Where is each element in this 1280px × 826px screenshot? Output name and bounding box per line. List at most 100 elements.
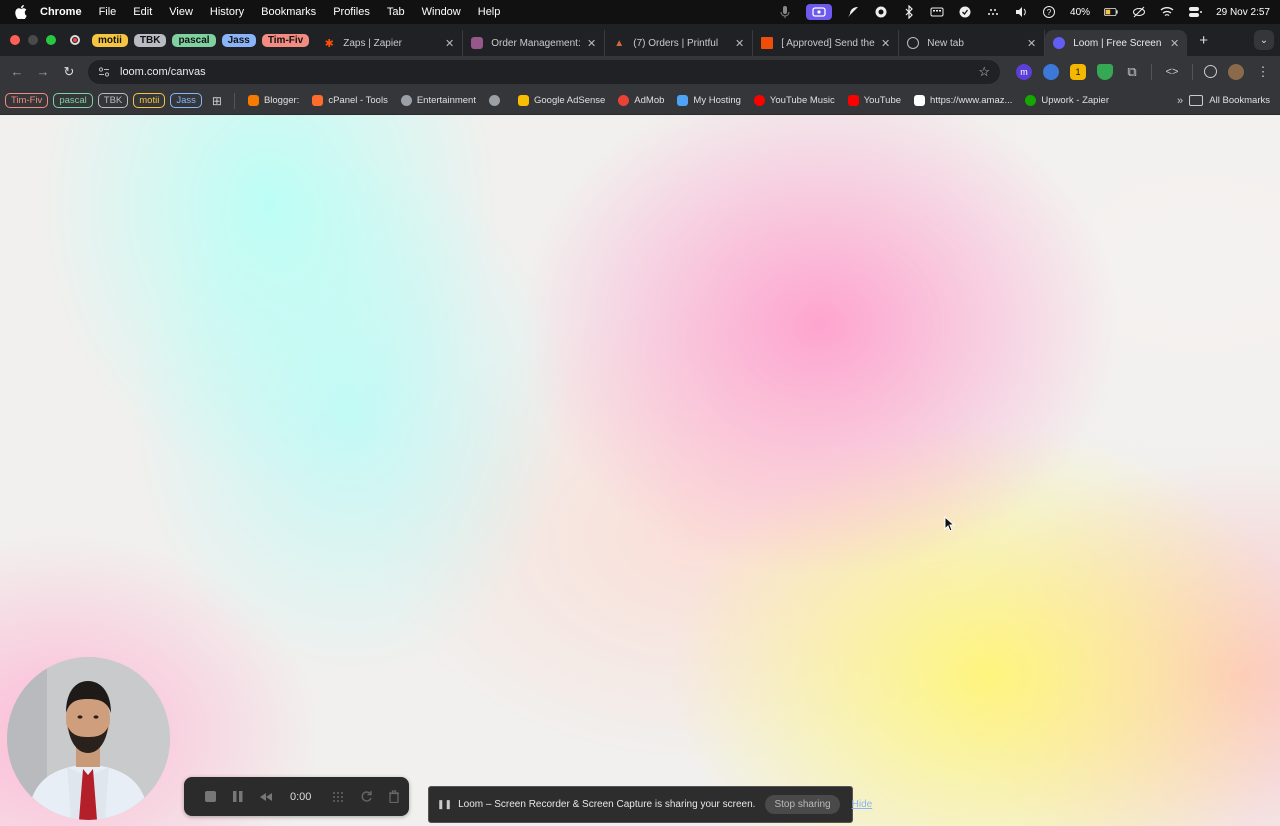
clock[interactable]: 29 Nov 2:57 [1216,7,1270,18]
zoom-window-button[interactable] [46,35,56,45]
bookmark-amazon[interactable]: https://www.amaz... [914,95,1012,106]
trash-icon[interactable] [386,789,402,805]
volume-icon[interactable] [1014,5,1028,19]
camera-bubble[interactable] [7,657,170,820]
restart-icon[interactable] [358,789,374,805]
devtools-code-icon[interactable]: <> [1163,64,1181,80]
menu-window[interactable]: Window [422,6,461,18]
drag-grid-icon[interactable] [330,789,346,805]
bookmark-group-tbk[interactable]: TBK [97,93,129,108]
bookmark-blogger[interactable]: Blogger: [247,95,299,106]
more-menu-icon[interactable]: ⋮ [1255,64,1271,80]
pause-icon[interactable] [230,789,246,805]
eye-slash-icon[interactable] [1132,5,1146,19]
battery-icon[interactable] [1104,5,1118,19]
all-bookmarks-button[interactable]: All Bookmarks [1189,95,1270,106]
bookmark-group-jass[interactable]: Jass [170,93,202,108]
loom-canvas[interactable] [0,115,1280,826]
bookmark-youtube-music[interactable]: YouTube Music [753,95,835,106]
address-bar[interactable]: loom.com/canvas ☆ [88,59,1000,84]
bookmark-globe[interactable] [488,95,505,106]
presenter-video [7,657,170,820]
bookmark-group-tim-fiv[interactable]: Tim-Fiv [5,93,49,108]
apple-icon[interactable] [12,3,30,21]
close-window-button[interactable] [10,35,20,45]
hide-link[interactable]: Hide [852,799,873,810]
wifi-icon[interactable] [1160,5,1174,19]
bookmark-group-motii[interactable]: motii [133,93,166,108]
microphone-icon[interactable] [778,5,792,19]
extension-badge-icon[interactable]: 1 [1070,63,1086,80]
menu-tab[interactable]: Tab [387,6,405,18]
bookmark-adsense[interactable]: Google AdSense [517,95,605,106]
close-tab-icon[interactable]: ✕ [1170,37,1179,50]
close-tab-icon[interactable]: ✕ [881,37,890,50]
bookmark-upwork[interactable]: Upwork - Zapier [1025,95,1109,106]
bookmark-my-hosting[interactable]: My Hosting [677,95,741,106]
tab-loom[interactable]: Loom | Free Screen & ✕ [1045,30,1188,56]
tab-zapier[interactable]: ✱ Zaps | Zapier ✕ [315,30,464,56]
record-icon[interactable] [874,5,888,19]
tab-group-pascal[interactable]: pascal [172,33,216,47]
extension-m-icon[interactable]: m [1016,63,1032,80]
tab-group-tim-fiv[interactable]: Tim-Fiv [261,33,310,47]
help-circle-icon[interactable]: ? [1042,5,1056,19]
bookmark-youtube[interactable]: YouTube [847,95,901,106]
close-tab-icon[interactable]: ✕ [587,37,596,50]
stop-sharing-button[interactable]: Stop sharing [765,795,840,814]
bookmark-star-icon[interactable]: ☆ [978,64,990,80]
keyboard-icon[interactable] [930,5,944,19]
new-tab-button[interactable]: + [1199,32,1208,49]
extension-shield-icon[interactable] [1097,63,1113,80]
menu-history[interactable]: History [210,6,244,18]
bookmark-entertainment[interactable]: Entertainment [400,95,476,106]
menu-bookmarks[interactable]: Bookmarks [261,6,316,18]
globe-icon [488,95,500,106]
tab-group-motii[interactable]: motii [92,33,128,47]
vpn-shield-icon[interactable] [958,5,972,19]
folder-icon [1189,95,1204,106]
tab-order-management[interactable]: Order Management: O ✕ [463,30,606,56]
minimize-window-button[interactable] [28,35,38,45]
reload-icon[interactable]: ↻ [58,61,80,83]
site-settings-icon[interactable] [98,65,112,79]
bookmark-admob[interactable]: AdMob [618,95,664,106]
browser-toolbar: ← → ↻ loom.com/canvas ☆ m 1 ⧉ <> ⋮ [0,56,1280,87]
reading-mode-icon[interactable] [1204,65,1217,78]
tab-search-chevron-icon[interactable]: ⌄ [1254,30,1274,50]
close-tab-icon[interactable]: ✕ [735,37,744,50]
sharing-message: Loom – Screen Recorder & Screen Capture … [458,799,756,810]
bookmark-group-pascal[interactable]: pascal [53,93,93,108]
tab-new-tab[interactable]: New tab ✕ [899,30,1046,56]
tab-printful[interactable]: ▲ (7) Orders | Printful ✕ [605,30,754,56]
stop-recording-button[interactable] [202,789,218,805]
feather-icon[interactable] [846,5,860,19]
menu-app-name[interactable]: Chrome [40,6,82,18]
loom-recording-icon[interactable] [806,4,833,20]
menu-view[interactable]: View [169,6,193,18]
tab-approved[interactable]: [ Approved] Send the ✕ [753,30,900,56]
bookmark-label: https://www.amaz... [930,95,1013,106]
apps-grid-icon[interactable]: ⊞ [212,94,222,108]
extensions-puzzle-icon[interactable]: ⧉ [1124,64,1140,80]
bookmark-cpanel[interactable]: cPanel - Tools [312,95,388,106]
control-center-icon[interactable] [1188,5,1203,19]
close-tab-icon[interactable]: ✕ [445,37,454,50]
extension-dashboard-icon[interactable] [1043,63,1059,80]
tab-group-jass[interactable]: Jass [221,33,256,47]
more-bookmarks-chevron-icon[interactable]: » [1177,95,1183,107]
menu-edit[interactable]: Edit [133,6,152,18]
tab-group-tbk[interactable]: TBK [133,33,167,47]
menu-help[interactable]: Help [478,6,501,18]
rewind-icon[interactable] [258,789,274,805]
bluetooth-icon[interactable] [902,5,916,19]
profile-avatar[interactable] [1228,63,1244,80]
url-text[interactable]: loom.com/canvas [120,66,978,78]
forward-arrow-icon[interactable]: → [32,61,54,83]
dots-grid-icon[interactable] [986,5,1000,19]
menu-profiles[interactable]: Profiles [333,6,370,18]
cpanel-icon [312,95,324,106]
close-tab-icon[interactable]: ✕ [1027,37,1036,50]
back-arrow-icon[interactable]: ← [6,61,28,83]
menu-file[interactable]: File [99,6,117,18]
